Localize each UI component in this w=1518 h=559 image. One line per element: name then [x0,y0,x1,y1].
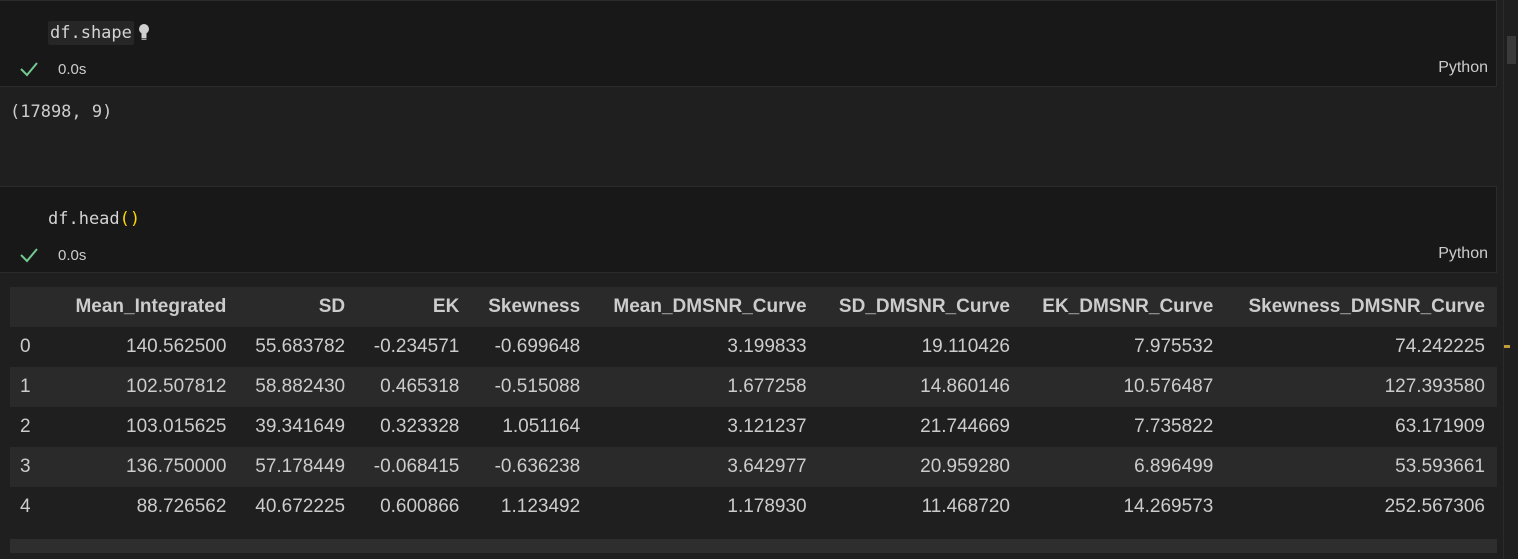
table-cell: 0.323328 [380,416,460,437]
code-cell-2[interactable]: df.head() 0.0s Python [0,186,1497,273]
column-header: Skewness [488,296,581,317]
table-cell: 102.507812 [126,376,227,397]
table-cell: 55.683782 [255,336,346,357]
scrollbar-thumb[interactable] [1507,36,1516,64]
code-parens[interactable]: () [120,207,140,231]
column-header: SD [318,296,346,317]
dataframe-output: Mean_Integrated SD EK Skewness Mean_DMSN… [10,287,1497,527]
lightbulb-icon[interactable] [138,23,150,43]
table-cell: 127.393580 [1384,376,1485,397]
table-cell: 1.123492 [500,496,581,517]
row-index: 3 [20,456,31,477]
code-text[interactable]: df.head [48,207,120,231]
execution-time: 0.0s [58,60,87,78]
table-cell: -0.234571 [373,336,460,357]
scrollbar-marker [1504,345,1510,348]
table-cell: 58.882430 [255,376,346,397]
table-header-row: Mean_Integrated SD EK Skewness Mean_DMSN… [10,287,1497,327]
table-cell: 19.110426 [921,336,1010,357]
row-index: 0 [20,336,31,357]
table-cell: 1.051164 [502,416,581,437]
check-icon [20,62,38,77]
table-cell: -0.699648 [494,336,581,357]
column-header: Mean_Integrated [75,296,227,317]
table-cell: 3.642977 [727,456,807,477]
table-cell: 7.975532 [1134,336,1214,357]
column-header: EK_DMSNR_Curve [1042,296,1214,317]
table-cell: 6.896499 [1134,456,1214,477]
table-row: 3 136.750000 57.178449 -0.068415 -0.636238 3.… [10,447,1497,487]
table-cell: 252.567306 [1384,496,1485,517]
execution-time: 0.0s [58,246,87,264]
language-label[interactable]: Python [1438,59,1488,77]
code-cell-1[interactable]: df.shape 0.0s Python [0,0,1497,87]
table-cell: 88.726562 [136,496,227,517]
execution-status: 0.0s [18,244,86,266]
horizontal-scrollbar[interactable] [10,539,1497,553]
table-cell: 3.199833 [727,336,807,357]
table-cell: 14.269573 [1123,496,1214,517]
table-cell: 21.744669 [920,416,1010,437]
table-cell: -0.636238 [494,456,581,477]
table-cell: 140.562500 [126,336,227,357]
table-row: 2 103.015625 39.341649 0.323328 1.051164 3.12… [10,407,1497,447]
table-cell: 136.750000 [126,456,227,477]
table-cell: 3.121237 [727,416,807,437]
table-cell: 1.677258 [727,376,807,397]
table-cell: 63.171909 [1395,416,1485,437]
dataframe-table: Mean_Integrated SD EK Skewness Mean_DMSN… [10,287,1497,527]
table-cell: 20.959280 [920,456,1010,477]
row-index: 1 [20,376,31,397]
language-label[interactable]: Python [1438,245,1488,263]
table-cell: 1.178930 [727,496,807,517]
row-index: 2 [20,416,31,437]
column-header: EK [432,296,460,317]
table-cell: 74.242225 [1395,336,1485,357]
check-icon [20,248,38,263]
column-header: Skewness_DMSNR_Curve [1248,296,1485,317]
code-text[interactable]: df.shape [48,21,134,45]
execution-status: 0.0s [18,58,86,80]
table-row: 0 140.562500 55.683782 -0.234571 -0.699648 3.… [10,327,1497,367]
table-cell: 0.465318 [380,376,460,397]
table-cell: 40.672225 [255,496,346,517]
table-cell: 103.015625 [126,416,227,437]
table-cell: 0.600866 [380,496,460,517]
table-cell: 7.735822 [1134,416,1214,437]
table-cell: 10.576487 [1123,376,1214,397]
row-index: 4 [20,496,31,517]
table-row: 4 88.726562 40.672225 0.600866 1.123492 1.178… [10,487,1497,527]
code-line[interactable]: df.head() [48,207,140,231]
table-row: 1 102.507812 58.882430 0.465318 -0.515088 1.6… [10,367,1497,407]
vertical-scrollbar[interactable] [1503,0,1518,559]
column-header: SD_DMSNR_Curve [838,296,1010,317]
index-header [10,287,56,327]
table-cell: -0.515088 [494,376,581,397]
table-cell: 57.178449 [255,456,346,477]
table-cell: -0.068415 [373,456,460,477]
cell-output: (17898, 9) [10,102,113,122]
table-cell: 39.341649 [255,416,346,437]
column-header: Mean_DMSNR_Curve [613,296,807,317]
table-cell: 53.593661 [1395,456,1485,477]
table-cell: 14.860146 [920,376,1010,397]
table-cell: 11.468720 [921,496,1010,517]
code-line[interactable]: df.shape [48,21,150,45]
